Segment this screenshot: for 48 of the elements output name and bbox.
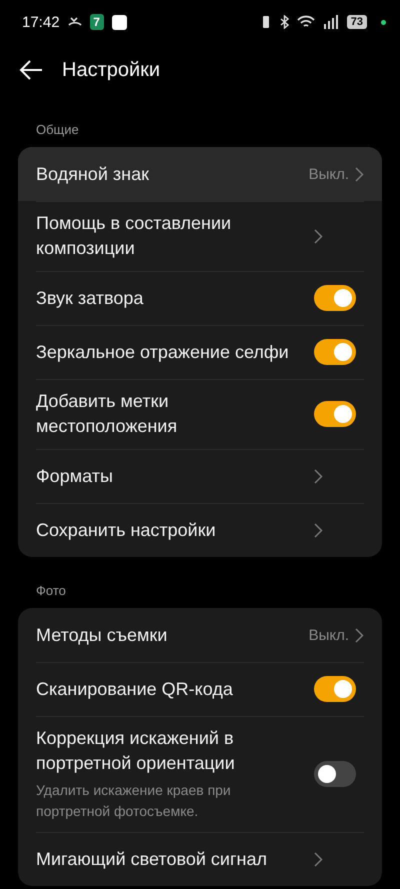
settings-row[interactable]: Коррекция искажений в портретной ориентации Удалить искажение краев при портретной фотосъемке. (18, 716, 382, 832)
setting-label: Звук затвора (36, 286, 144, 310)
settings-row[interactable]: Добавить метки местоположения (18, 379, 382, 449)
setting-label: Сохранить настройки (36, 518, 217, 542)
chevron-icon (314, 468, 323, 484)
setting-label: Зеркальное отражение селфи (36, 340, 290, 364)
page-title: Настройки (62, 58, 160, 82)
chevron-icon (314, 228, 323, 244)
settings-row[interactable]: Мигающий световой сигнал (18, 832, 382, 886)
status-time: 17:42 (22, 14, 60, 30)
missed-call-icon (68, 16, 82, 28)
signal-icon (322, 15, 339, 29)
setting-label: Помощь в составлении композиции (36, 212, 232, 260)
chevron-icon (355, 166, 364, 182)
setting-label: Водяной знак (36, 162, 150, 186)
app-badge: 7 (90, 14, 104, 30)
value-text: Выкл. (308, 166, 349, 182)
setting-label: Мигающий световой сигнал (36, 848, 268, 871)
toggle-switch[interactable] (314, 676, 356, 702)
toggle-switch[interactable] (314, 339, 356, 365)
setting-description: Удалить искажение краев при портретной фотосъемке. (36, 781, 232, 821)
toggle-switch[interactable] (314, 285, 356, 311)
status-dot (381, 20, 386, 24)
settings-row[interactable]: Форматы (18, 449, 382, 503)
bluetooth-icon (280, 15, 289, 29)
settings-row[interactable]: Методы съемки Выкл. (18, 608, 382, 662)
battery-level: 73 (346, 15, 367, 29)
value-text: Выкл. (308, 626, 349, 644)
settings-row[interactable]: Помощь в составлении композиции (18, 201, 382, 271)
settings-row[interactable]: Звук затвора (18, 271, 382, 325)
chevron-icon (314, 522, 323, 538)
settings-row[interactable]: Зеркальное отражение селфи (18, 325, 382, 379)
setting-label: Коррекция искажений в портретной ориентации (36, 727, 236, 775)
settings-row[interactable]: Сохранить настройки (18, 503, 382, 557)
wifi-icon (296, 15, 315, 29)
setting-label: Методы съемки (36, 624, 168, 647)
toggle-switch[interactable] (314, 401, 356, 427)
settings-row[interactable]: Сканирование QR-кода (18, 662, 382, 716)
chevron-icon (355, 628, 364, 642)
settings-row[interactable]: Водяной знак Выкл. (18, 147, 382, 201)
app-icon (112, 14, 127, 30)
setting-label: Форматы (36, 464, 114, 488)
toggle-switch[interactable] (314, 761, 356, 787)
setting-label: Добавить метки местоположения (36, 390, 178, 438)
section-title: Фото (35, 582, 67, 600)
setting-label: Сканирование QR-кода (36, 678, 234, 701)
section-title: Общие (35, 121, 80, 139)
chevron-icon (314, 852, 323, 866)
